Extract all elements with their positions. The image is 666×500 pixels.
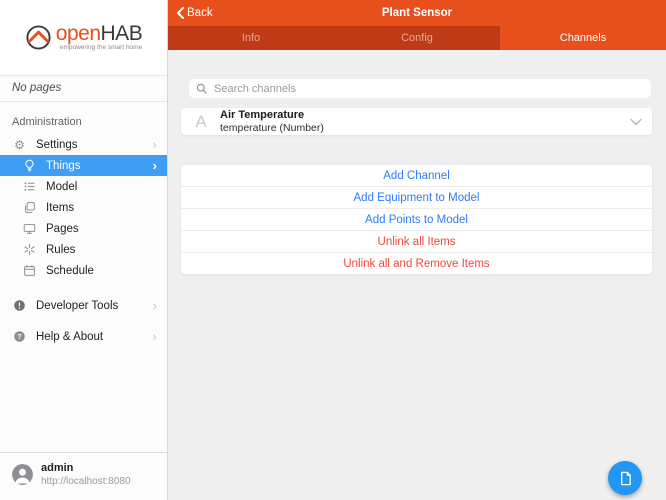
sidebar-item-settings[interactable]: ⚙ Settings › <box>0 134 167 155</box>
chevron-right-icon: › <box>152 298 157 313</box>
logo-text: openHAB empowering the smart home <box>55 22 143 52</box>
add-channel-button[interactable]: Add Channel <box>181 165 652 187</box>
channel-row-air-temperature[interactable]: A Air Temperature temperature (Number) <box>181 108 652 135</box>
account-block[interactable]: admin http://localhost:8080 <box>0 451 167 500</box>
chevron-left-icon <box>177 7 184 19</box>
sidebar-menu: ⚙ Settings › Things › Model Items Pages … <box>0 134 167 347</box>
calendar-icon <box>22 263 37 278</box>
svg-text:?: ? <box>17 332 22 341</box>
avatar <box>12 464 33 486</box>
tab-channels[interactable]: Channels <box>500 26 666 50</box>
sidebar-item-label: Developer Tools <box>36 299 119 312</box>
search-input[interactable] <box>212 81 644 96</box>
channel-letter-badge: A <box>195 111 207 131</box>
logo-tagline: empowering the smart home <box>59 44 143 52</box>
server-url: http://localhost:8080 <box>41 475 131 487</box>
sparkle-icon <box>22 242 37 257</box>
back-label: Back <box>187 7 213 19</box>
code-view-fab[interactable] <box>608 461 642 495</box>
channels-content: A Air Temperature temperature (Number) A… <box>168 50 666 500</box>
exclamation-circle-icon <box>12 298 27 313</box>
tab-config[interactable]: Config <box>334 26 500 50</box>
channel-subtitle: temperature (Number) <box>220 121 324 134</box>
monitor-icon <box>22 221 37 236</box>
logo-block: openHAB empowering the smart home <box>0 0 167 76</box>
question-circle-icon: ? <box>12 329 27 344</box>
sidebar-item-label: Settings <box>36 138 78 151</box>
copy-icon <box>22 200 37 215</box>
gear-icon: ⚙ <box>14 137 25 152</box>
actions-list: Add Channel Add Equipment to Model Add P… <box>181 165 652 274</box>
chevron-down-icon[interactable] <box>630 118 642 126</box>
openhab-logo-icon <box>26 25 51 50</box>
chevron-right-icon: › <box>152 329 157 344</box>
sidebar-item-model[interactable]: Model <box>0 176 167 197</box>
sidebar-item-label: Items <box>46 201 75 214</box>
search-icon <box>196 83 207 94</box>
back-button[interactable]: Back <box>176 0 213 26</box>
sidebar-item-items[interactable]: Items <box>0 197 167 218</box>
unlink-all-and-remove-items-button[interactable]: Unlink all and Remove Items <box>181 253 652 274</box>
sidebar-item-schedule[interactable]: Schedule <box>0 260 167 281</box>
openhab-admin-page: openHAB empowering the smart home No pag… <box>0 0 666 500</box>
tab-bar: Info Config Channels <box>168 26 666 50</box>
unlink-all-items-button[interactable]: Unlink all Items <box>181 231 652 253</box>
sidebar-item-help-about[interactable]: ? Help & About › <box>0 326 167 347</box>
logo-word-open: open <box>55 22 101 46</box>
main-panel: Back Plant Sensor Info Config Channels A… <box>168 0 666 500</box>
no-pages-label: No pages <box>0 76 167 102</box>
sidebar-item-label: Schedule <box>46 264 94 277</box>
chevron-right-icon: › <box>152 158 157 173</box>
add-equipment-to-model-button[interactable]: Add Equipment to Model <box>181 187 652 209</box>
sidebar-item-rules[interactable]: Rules <box>0 239 167 260</box>
sidebar-item-things[interactable]: Things › <box>0 155 167 176</box>
sidebar-item-label: Help & About <box>36 330 104 343</box>
sidebar-item-developer-tools[interactable]: Developer Tools › <box>0 295 167 316</box>
sidebar-item-label: Rules <box>46 243 76 256</box>
logo-word-hab: HAB <box>100 22 143 46</box>
openhab-logo: openHAB empowering the smart home <box>25 22 143 52</box>
search-bar[interactable] <box>189 79 651 98</box>
page-title: Plant Sensor <box>381 7 453 19</box>
document-icon <box>620 471 631 485</box>
sidebar-item-pages[interactable]: Pages <box>0 218 167 239</box>
navbar: Back Plant Sensor <box>168 0 666 26</box>
sidebar: openHAB empowering the smart home No pag… <box>0 0 168 500</box>
username: admin <box>41 461 74 474</box>
administration-section-label: Administration <box>12 116 82 128</box>
tab-info[interactable]: Info <box>168 26 334 50</box>
channel-title: Air Temperature <box>220 108 305 121</box>
lightbulb-icon <box>22 158 37 173</box>
add-points-to-model-button[interactable]: Add Points to Model <box>181 209 652 231</box>
bullet-list-icon <box>22 179 37 194</box>
sidebar-item-label: Things <box>46 159 81 172</box>
sidebar-item-label: Pages <box>46 222 79 235</box>
chevron-right-icon: › <box>152 137 157 152</box>
sidebar-item-label: Model <box>46 180 78 193</box>
